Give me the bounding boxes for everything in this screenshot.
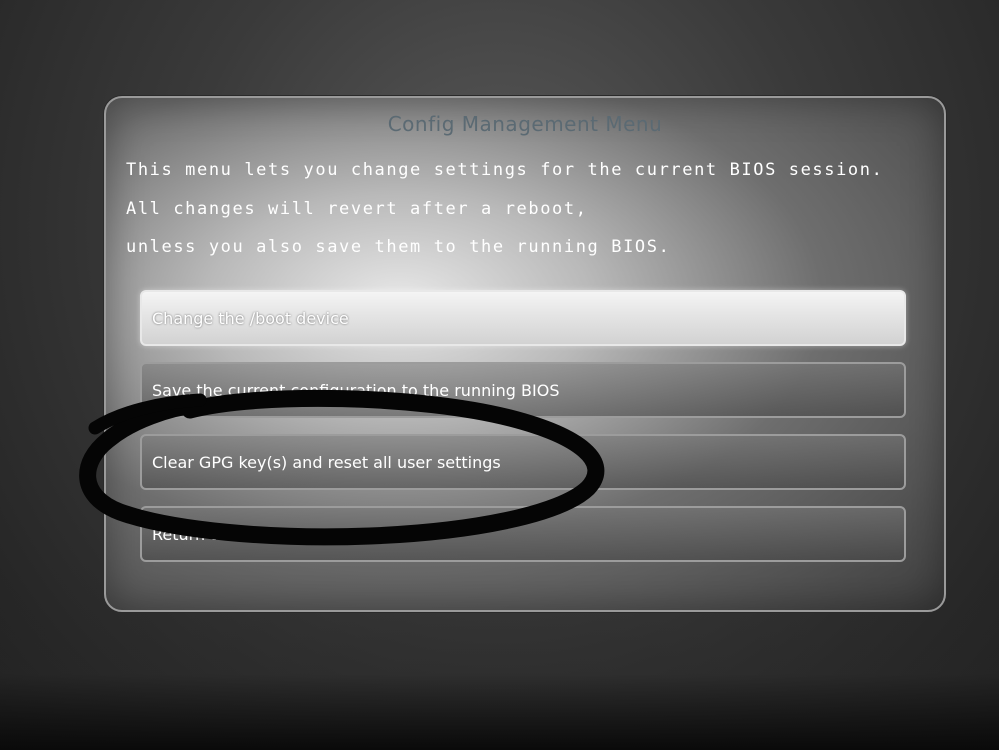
config-management-dialog: Config Management Menu This menu lets yo…: [104, 96, 946, 612]
dialog-title: Config Management Menu: [387, 112, 663, 136]
menu-item-change-boot-device[interactable]: Change the /boot device: [140, 290, 906, 346]
menu-item-clear-gpg-keys[interactable]: Clear GPG key(s) and reset all user sett…: [140, 434, 906, 490]
bios-screen: Config Management Menu This menu lets yo…: [0, 0, 999, 750]
description-line-1: This menu lets you change settings for t…: [126, 160, 884, 180]
menu-item-label: Change the /boot device: [152, 309, 349, 328]
menu-item-label: Return to main menu: [152, 525, 323, 544]
menu-list: Change the /boot device Save the current…: [130, 286, 916, 572]
description-line-2: All changes will revert after a reboot,: [126, 199, 588, 219]
menu-item-return-to-main[interactable]: Return to main menu: [140, 506, 906, 562]
menu-item-label: Clear GPG key(s) and reset all user sett…: [152, 453, 501, 472]
menu-item-save-configuration[interactable]: Save the current configuration to the ru…: [140, 362, 906, 418]
menu-item-label: Save the current configuration to the ru…: [152, 381, 560, 400]
description-line-3: unless you also save them to the running…: [126, 237, 671, 257]
